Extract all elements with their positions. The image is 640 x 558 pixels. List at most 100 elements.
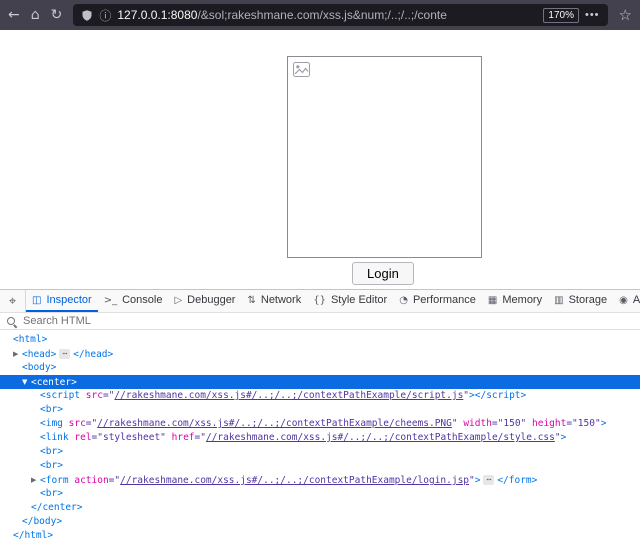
code-p: > <box>475 475 481 486</box>
code-val: stylesheet <box>103 432 160 443</box>
markup-line[interactable]: <br> <box>0 403 640 417</box>
code-p: > <box>521 390 527 401</box>
markup-tree: <html>▶<head>⋯</head><body>▼<center><scr… <box>0 330 640 558</box>
code-p: > <box>57 446 63 457</box>
memory-icon: ▦ <box>488 295 497 306</box>
markup-line[interactable]: <br> <box>0 487 640 501</box>
code-tag: head <box>28 349 51 360</box>
devtools-tab-bar: ⌖ ◫Inspector>_Console▷Debugger⇅Network{}… <box>0 290 640 313</box>
code-tag: br <box>46 446 57 457</box>
zoom-indicator[interactable]: 170% <box>543 8 579 23</box>
style-editor-icon: {} <box>313 295 326 306</box>
collapsed-content-badge[interactable]: ⋯ <box>483 475 494 485</box>
code-p: </ <box>22 516 33 527</box>
debugger-icon: ▷ <box>174 295 182 306</box>
collapse-arrow-icon[interactable]: ▼ <box>22 375 31 389</box>
code-tag: script <box>486 390 520 401</box>
code-tag: link <box>46 432 69 443</box>
devtools-tab-debugger[interactable]: ▷Debugger <box>168 290 241 312</box>
code-tag: html <box>19 334 42 345</box>
devtools-tab-console[interactable]: >_Console <box>98 290 169 312</box>
code-tag: head <box>85 349 108 360</box>
browser-toolbar: ← ⌂ ↻ ⓘ 127.0.0.1:8080/&sol;rakeshmane.c… <box>0 0 640 30</box>
code-p: > <box>57 460 63 471</box>
network-icon: ⇅ <box>247 295 255 306</box>
markup-line[interactable]: <img src="//rakeshmane.com/xss.js#/..;/.… <box>0 417 640 431</box>
markup-line[interactable]: <link rel="stylesheet" href="//rakeshman… <box>0 431 640 445</box>
pick-element-icon[interactable]: ⌖ <box>0 290 26 312</box>
page-content: Login <box>0 30 640 289</box>
code-tag: script <box>46 390 80 401</box>
markup-line[interactable]: ▶<form action="//rakeshmane.com/xss.js#/… <box>0 473 640 487</box>
code-p: > <box>51 349 57 360</box>
reload-icon[interactable]: ↻ <box>51 8 63 22</box>
code-url: //rakeshmane.com/xss.js#/..;/..;/context… <box>97 418 452 429</box>
search-input[interactable] <box>23 315 634 327</box>
code-attr: height <box>526 418 566 429</box>
search-icon <box>6 316 17 327</box>
code-url: //rakeshmane.com/xss.js#/..;/..;/context… <box>120 475 469 486</box>
code-tag: center <box>37 377 71 388</box>
code-p: > <box>42 334 48 345</box>
code-q: =" <box>92 432 103 443</box>
devtools-tab-performance[interactable]: ◔Performance <box>393 290 482 312</box>
code-tag: br <box>46 460 57 471</box>
code-tag: br <box>46 488 57 499</box>
storage-icon: ▥ <box>554 295 563 306</box>
markup-line[interactable]: <html> <box>0 333 640 347</box>
markup-line[interactable]: <br> <box>0 459 640 473</box>
code-p: > <box>561 432 567 443</box>
markup-line[interactable]: ▶<head>⋯</head> <box>0 347 640 361</box>
devtools-tab-memory[interactable]: ▦ Memory <box>482 290 548 312</box>
url-bar[interactable]: ⓘ 127.0.0.1:8080/&sol;rakeshmane.com/xss… <box>73 4 607 26</box>
devtools-tab-style-editor[interactable]: {}Style Editor <box>307 290 393 312</box>
code-p: > <box>108 349 114 360</box>
code-p: </ <box>31 502 42 513</box>
code-tag: center <box>42 502 76 513</box>
markup-line-selected[interactable]: ▼<center> <box>0 375 640 389</box>
code-tag: html <box>24 530 47 541</box>
devtools-tab-network[interactable]: ⇅Network <box>241 290 307 312</box>
code-p: > <box>601 418 607 429</box>
login-button[interactable]: Login <box>352 262 414 285</box>
devtools-tab-accessibility[interactable]: ◉Accessibility <box>613 290 640 312</box>
code-url: //rakeshmane.com/xss.js#/..;/..;/context… <box>114 390 463 401</box>
code-attr: href <box>166 432 195 443</box>
collapsed-content-badge[interactable]: ⋯ <box>59 349 70 359</box>
markup-line[interactable]: </body> <box>0 515 640 529</box>
url-text[interactable]: 127.0.0.1:8080/&sol;rakeshmane.com/xss.j… <box>117 8 537 22</box>
code-p: > <box>51 362 57 373</box>
tab-label: Performance <box>413 294 476 306</box>
code-q: =" <box>103 390 114 401</box>
expand-arrow-icon[interactable]: ▶ <box>13 347 22 361</box>
markup-line[interactable]: </center> <box>0 501 640 515</box>
code-p: > <box>57 404 63 415</box>
page-actions-icon[interactable]: ••• <box>585 9 600 21</box>
devtools-search-bar <box>0 313 640 330</box>
expand-arrow-icon[interactable]: ▶ <box>31 473 40 487</box>
devtools-tab-inspector[interactable]: ◫Inspector <box>26 290 98 312</box>
code-p: </ <box>73 349 84 360</box>
code-attr: rel <box>69 432 92 443</box>
tab-label: Memory <box>502 294 542 306</box>
back-icon[interactable]: ← <box>8 8 20 22</box>
code-q: =" <box>566 418 577 429</box>
site-info-icon[interactable]: ⓘ <box>99 7 111 24</box>
shield-icon[interactable] <box>81 9 93 22</box>
code-attr: width <box>458 418 492 429</box>
inspector-icon: ◫ <box>32 295 41 306</box>
markup-line[interactable]: <script src="//rakeshmane.com/xss.js#/..… <box>0 389 640 403</box>
markup-line[interactable]: <br> <box>0 445 640 459</box>
code-q: =" <box>86 418 97 429</box>
broken-image-icon <box>293 62 310 77</box>
markup-line[interactable]: <body> <box>0 361 640 375</box>
tab-label: Storage <box>569 294 608 306</box>
code-val: 150 <box>578 418 595 429</box>
url-host: 127.0.0.1:8080 <box>117 8 197 22</box>
code-p: > <box>77 502 83 513</box>
markup-line[interactable]: </html> <box>0 529 640 543</box>
url-path: /&sol;rakeshmane.com/xss.js&num;/..;/..;… <box>197 8 446 22</box>
home-icon[interactable]: ⌂ <box>31 8 40 22</box>
bookmark-star-icon[interactable]: ☆ <box>619 6 632 24</box>
devtools-tab-storage[interactable]: ▥ Storage <box>548 290 613 312</box>
